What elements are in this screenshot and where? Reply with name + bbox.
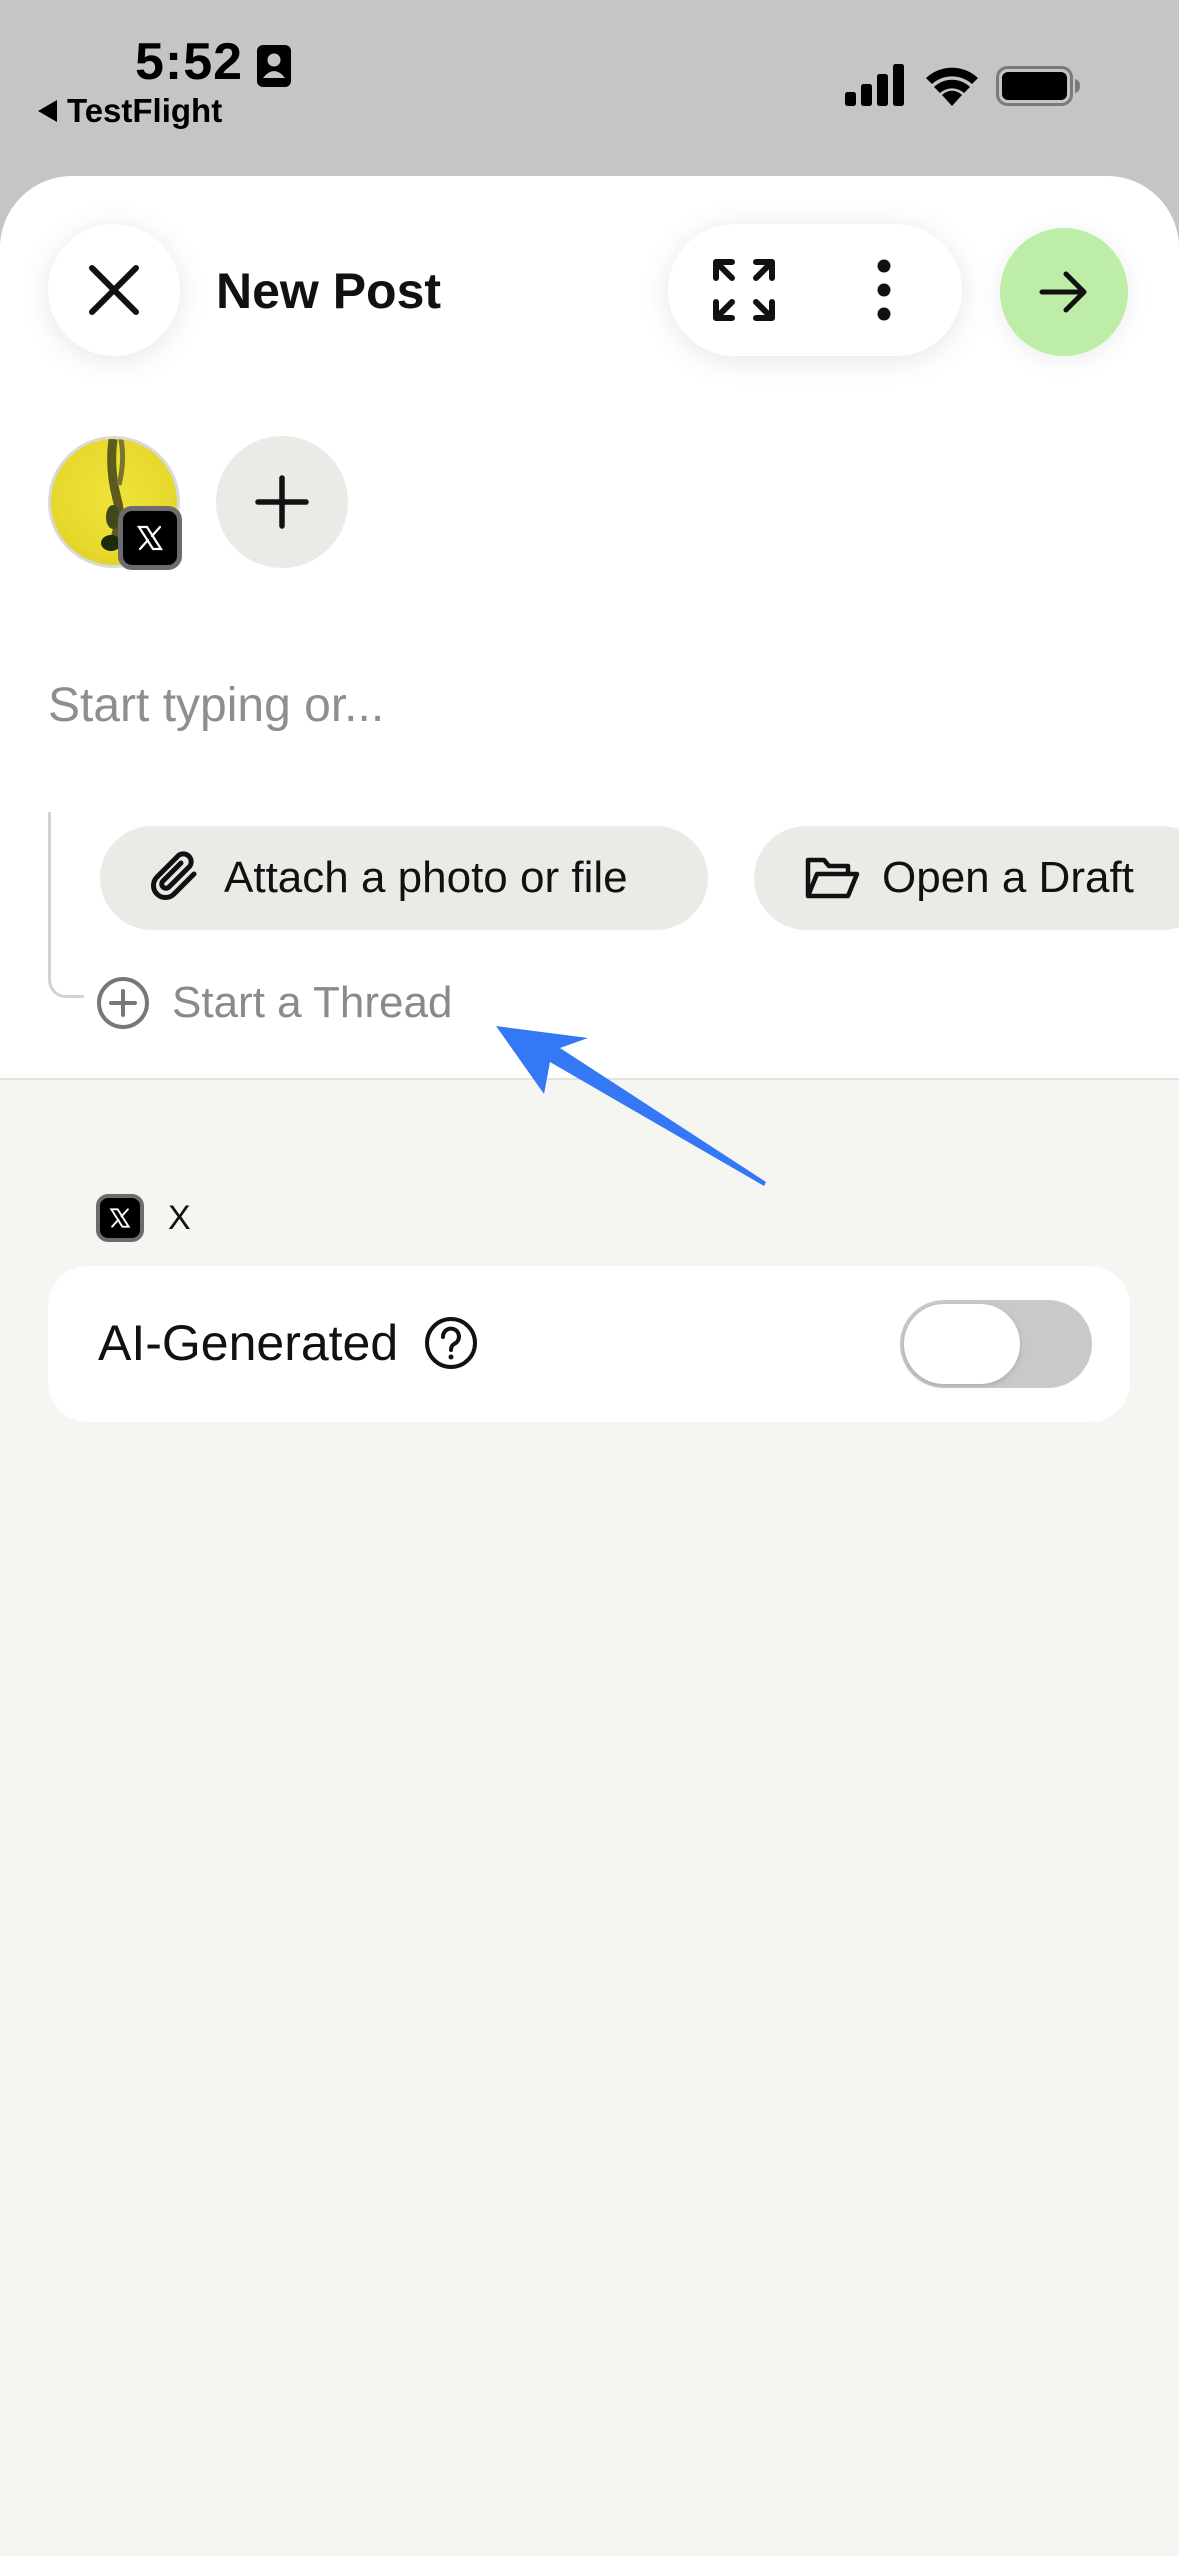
- x-logo-icon: [136, 525, 164, 551]
- new-post-sheet: New Post Start typing or... Attach a pho…: [0, 176, 1179, 2556]
- x-platform-badge: [118, 506, 182, 570]
- open-draft-button[interactable]: Open a Draft: [754, 826, 1179, 930]
- start-thread-label: Start a Thread: [172, 978, 453, 1027]
- paperclip-icon: [151, 851, 197, 900]
- close-button[interactable]: [48, 224, 180, 356]
- close-icon: [89, 265, 139, 315]
- back-triangle-icon: [38, 100, 57, 122]
- contact-card-icon: [257, 45, 291, 87]
- back-to-app-button[interactable]: TestFlight: [38, 92, 222, 130]
- status-bar: 5:52 TestFlight: [0, 0, 1179, 178]
- x-logo-icon: [109, 1208, 131, 1228]
- arrow-right-icon: [1039, 271, 1087, 313]
- post-text-input[interactable]: [48, 670, 1128, 740]
- cellular-signal-icon: [845, 64, 904, 106]
- plus-icon: [255, 475, 309, 529]
- expand-button[interactable]: [696, 242, 792, 338]
- more-options-button[interactable]: [836, 242, 932, 338]
- ai-generated-toggle[interactable]: [900, 1300, 1092, 1388]
- annotation-arrow: [496, 1026, 766, 1186]
- compose-area: New Post Start typing or... Attach a pho…: [0, 176, 1179, 1080]
- attach-label: Attach a photo or file: [224, 853, 628, 902]
- battery-icon: [996, 66, 1080, 106]
- page-title: New Post: [216, 263, 442, 319]
- back-app-label: TestFlight: [67, 92, 223, 129]
- status-time: 5:52: [135, 33, 244, 91]
- ai-generated-row: AI-Generated: [98, 1314, 478, 1372]
- thread-connector-line: [48, 812, 84, 998]
- toggle-knob: [904, 1304, 1020, 1384]
- header-toolbar: [668, 224, 962, 356]
- plus-circle-icon: [97, 977, 149, 1029]
- start-thread-button[interactable]: Start a Thread: [96, 976, 452, 1030]
- send-button[interactable]: [1000, 228, 1128, 356]
- platform-name: X: [168, 1198, 191, 1237]
- more-vertical-icon: [877, 259, 891, 321]
- help-circle-icon[interactable]: [424, 1316, 478, 1370]
- expand-icon: [713, 259, 775, 321]
- platform-section-header: X: [96, 1194, 191, 1242]
- attach-photo-or-file-button[interactable]: Attach a photo or file: [100, 826, 708, 930]
- folder-open-icon: [805, 857, 860, 899]
- ai-generated-label: AI-Generated: [98, 1315, 399, 1371]
- add-account-button[interactable]: [216, 436, 348, 568]
- ai-generated-card: AI-Generated: [48, 1266, 1130, 1422]
- wifi-icon: [926, 67, 978, 106]
- x-platform-badge-small: [96, 1194, 144, 1242]
- open-draft-label: Open a Draft: [882, 853, 1134, 902]
